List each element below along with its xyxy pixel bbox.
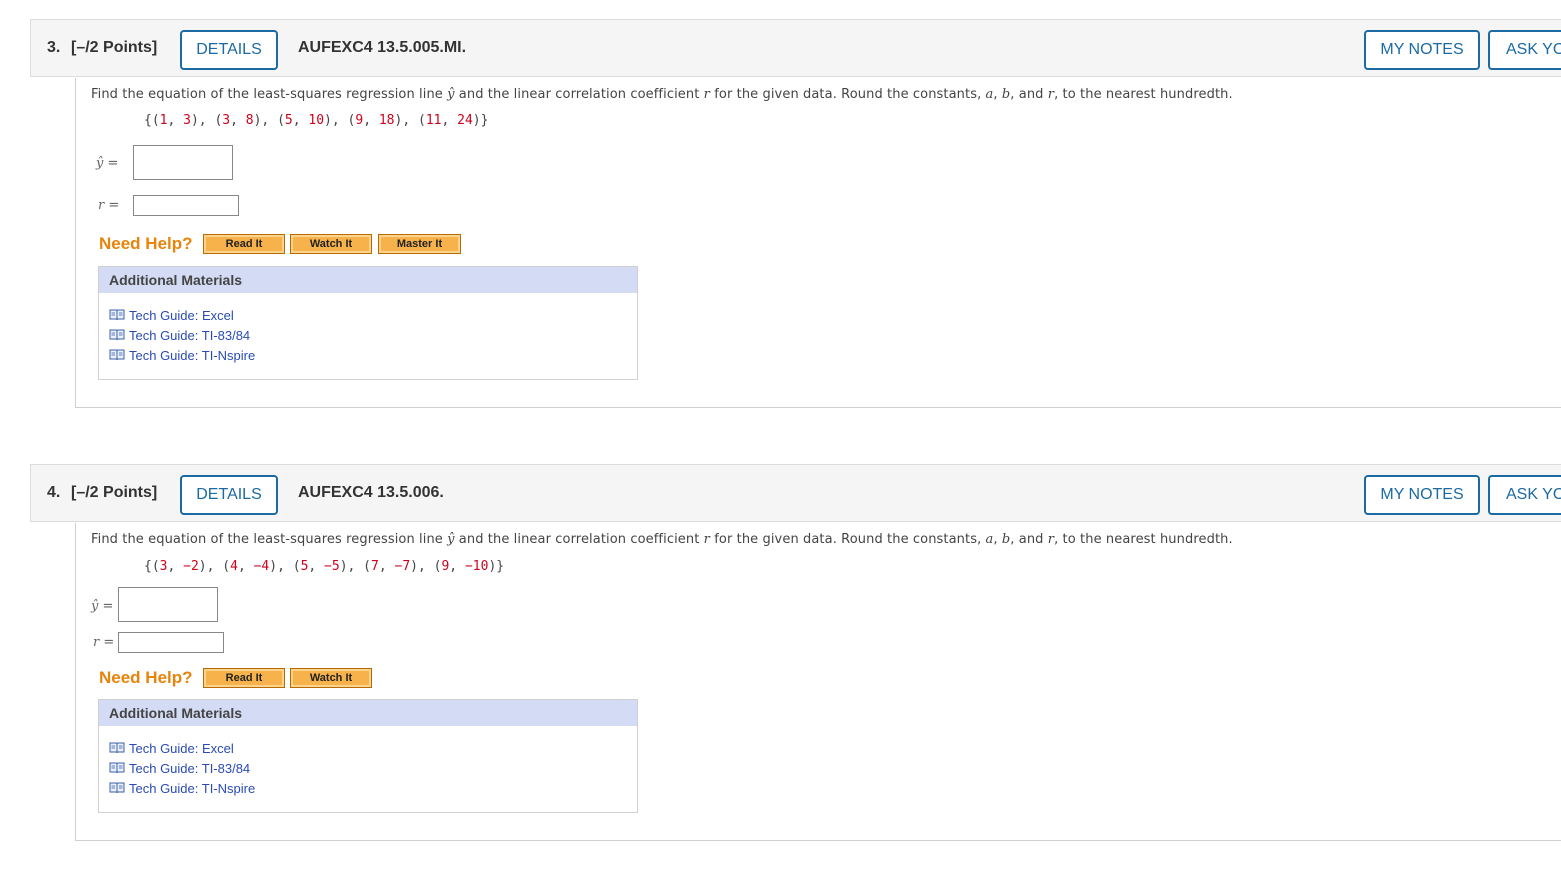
additional-materials-title: Additional Materials bbox=[99, 700, 637, 726]
equals-sign: = bbox=[103, 156, 119, 171]
need-help-label: Need Help? bbox=[99, 234, 193, 253]
prompt-text: , and bbox=[1010, 87, 1048, 102]
link-text[interactable]: Tech Guide: Excel bbox=[129, 741, 234, 756]
yhat-answer-input[interactable] bbox=[118, 587, 218, 622]
question-body: Find the equation of the least-squares r… bbox=[75, 78, 1561, 408]
need-help-label: Need Help? bbox=[99, 668, 193, 687]
watch-it-button[interactable]: Watch It bbox=[290, 234, 372, 254]
link-text[interactable]: Tech Guide: TI-Nspire bbox=[129, 348, 255, 363]
r-label: r = bbox=[98, 198, 119, 213]
question-header: 4. [–/2 Points] DETAILS AUFEXC4 13.5.006… bbox=[30, 464, 1561, 522]
tech-guide-ti83-link[interactable]: Tech Guide: TI-83/84 bbox=[109, 761, 250, 776]
tech-guide-excel-link[interactable]: Tech Guide: Excel bbox=[109, 308, 234, 323]
data-y: −2 bbox=[183, 559, 199, 574]
master-it-button[interactable]: Master It bbox=[378, 234, 461, 254]
data-x: 9 bbox=[355, 113, 364, 128]
yhat-answer-input[interactable] bbox=[133, 145, 233, 180]
additional-materials-title: Additional Materials bbox=[99, 267, 637, 293]
data-x: 5 bbox=[284, 113, 293, 128]
data-x: 5 bbox=[300, 559, 309, 574]
data-set: {(1, 3), (3, 8), (5, 10), (9, 18), (11, … bbox=[144, 113, 489, 128]
equals-sign: = bbox=[98, 599, 114, 614]
question-header: 3. [–/2 Points] DETAILS AUFEXC4 13.5.005… bbox=[30, 19, 1561, 77]
r-label: r = bbox=[93, 635, 114, 650]
prompt-text: for the given data. Round the constants, bbox=[709, 532, 986, 547]
details-button[interactable]: DETAILS bbox=[180, 475, 278, 515]
question-points: [–/2 Points] bbox=[71, 39, 158, 56]
open-book-icon bbox=[109, 309, 125, 321]
tech-guide-tinspire-link[interactable]: Tech Guide: TI-Nspire bbox=[109, 781, 255, 796]
question-prompt: Find the equation of the least-squares r… bbox=[91, 87, 1233, 102]
prompt-text: and the linear correlation coefficient bbox=[454, 532, 704, 547]
my-notes-button[interactable]: MY NOTES bbox=[1364, 475, 1480, 515]
prompt-text: , bbox=[993, 532, 1002, 547]
data-x: 4 bbox=[230, 559, 238, 574]
prompt-text: , to the nearest hundredth. bbox=[1054, 87, 1233, 102]
yhat-symbol: ŷ bbox=[447, 532, 455, 547]
prompt-text: , to the nearest hundredth. bbox=[1054, 532, 1233, 547]
data-set: {(3, −2), (4, −4), (5, −5), (7, −7), (9,… bbox=[144, 559, 505, 574]
open-book-icon bbox=[109, 329, 125, 341]
read-it-button[interactable]: Read It bbox=[203, 234, 285, 254]
open-book-icon bbox=[109, 762, 125, 774]
data-x: 3 bbox=[159, 559, 168, 574]
data-y: 24 bbox=[457, 113, 473, 128]
prompt-text: for the given data. Round the constants, bbox=[709, 87, 986, 102]
my-notes-button[interactable]: MY NOTES bbox=[1364, 30, 1480, 70]
data-y: −5 bbox=[324, 559, 340, 574]
watch-it-button[interactable]: Watch It bbox=[290, 668, 372, 688]
data-x: 1 bbox=[159, 113, 168, 128]
prompt-text: Find the equation of the least-squares r… bbox=[91, 87, 448, 102]
open-book-icon bbox=[109, 349, 125, 361]
prompt-text: and the linear correlation coefficient bbox=[454, 87, 704, 102]
data-y: 8 bbox=[245, 113, 254, 128]
ask-your-teacher-button[interactable]: ASK YO bbox=[1488, 475, 1561, 515]
question-code: AUFEXC4 13.5.005.MI. bbox=[298, 39, 467, 56]
data-x: 11 bbox=[425, 113, 442, 128]
question-code: AUFEXC4 13.5.006. bbox=[298, 484, 444, 501]
ask-your-teacher-button[interactable]: ASK YO bbox=[1488, 30, 1561, 70]
read-it-button[interactable]: Read It bbox=[203, 668, 285, 688]
data-x: 7 bbox=[371, 559, 379, 574]
additional-materials-panel: Additional Materials Tech Guide: Excel T… bbox=[98, 699, 638, 813]
data-y: 18 bbox=[378, 113, 395, 128]
question-number: 4. bbox=[47, 484, 61, 501]
question-points: [–/2 Points] bbox=[71, 484, 158, 501]
tech-guide-ti83-link[interactable]: Tech Guide: TI-83/84 bbox=[109, 328, 250, 343]
equals-sign: = bbox=[104, 198, 120, 213]
tech-guide-excel-link[interactable]: Tech Guide: Excel bbox=[109, 741, 234, 756]
equals-sign: = bbox=[99, 635, 115, 650]
r-answer-input[interactable] bbox=[133, 195, 239, 216]
data-x: 9 bbox=[441, 559, 450, 574]
open-book-icon bbox=[109, 782, 125, 794]
prompt-text: Find the equation of the least-squares r… bbox=[91, 532, 448, 547]
data-y: 10 bbox=[308, 113, 325, 128]
prompt-text: , and bbox=[1010, 532, 1048, 547]
question-number: 3. bbox=[47, 39, 61, 56]
link-text[interactable]: Tech Guide: TI-83/84 bbox=[129, 761, 250, 776]
yhat-label: ŷ = bbox=[91, 599, 113, 614]
yhat-symbol: ŷ bbox=[447, 87, 455, 102]
r-answer-input[interactable] bbox=[118, 632, 224, 653]
open-book-icon bbox=[109, 742, 125, 754]
link-text[interactable]: Tech Guide: TI-Nspire bbox=[129, 781, 255, 796]
data-y: −7 bbox=[394, 559, 411, 574]
link-text[interactable]: Tech Guide: TI-83/84 bbox=[129, 328, 250, 343]
additional-materials-panel: Additional Materials Tech Guide: Excel T… bbox=[98, 266, 638, 380]
data-x: 3 bbox=[222, 113, 231, 128]
question-body: Find the equation of the least-squares r… bbox=[75, 523, 1561, 841]
details-button[interactable]: DETAILS bbox=[180, 30, 278, 70]
data-y: −4 bbox=[253, 559, 270, 574]
prompt-text: , bbox=[993, 87, 1002, 102]
question-prompt: Find the equation of the least-squares r… bbox=[91, 532, 1233, 547]
tech-guide-tinspire-link[interactable]: Tech Guide: TI-Nspire bbox=[109, 348, 255, 363]
data-y: −10 bbox=[464, 559, 489, 574]
link-text[interactable]: Tech Guide: Excel bbox=[129, 308, 234, 323]
data-y: 3 bbox=[183, 113, 191, 128]
yhat-label: ŷ = bbox=[96, 156, 118, 171]
